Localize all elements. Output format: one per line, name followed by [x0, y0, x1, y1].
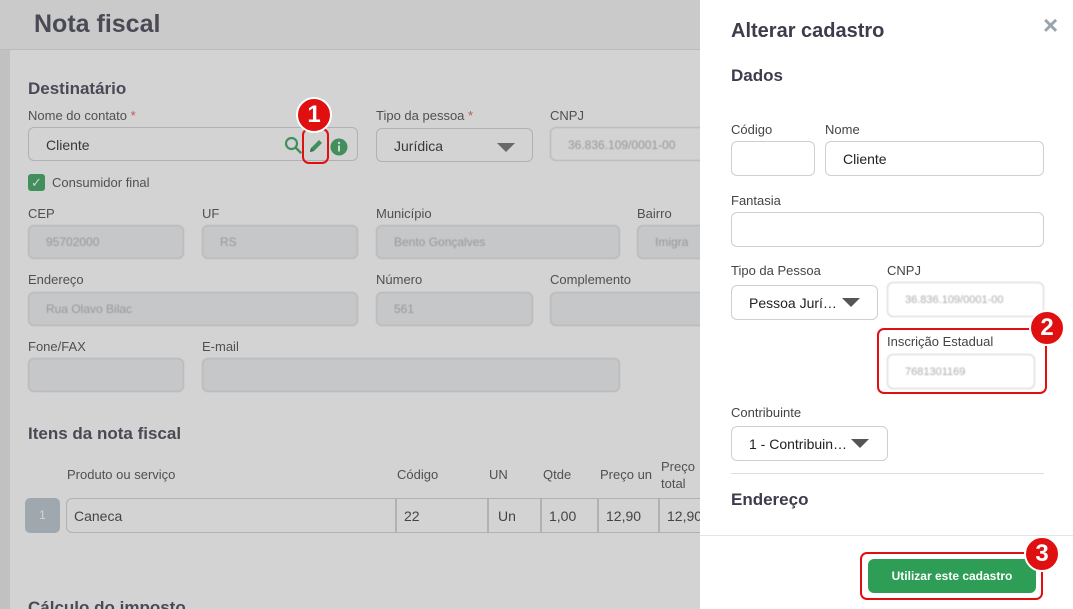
nome-label: Nome [825, 122, 860, 137]
cnpj-field[interactable]: 36.836.109/0001-00 [887, 282, 1044, 317]
highlight-use-button [860, 552, 1043, 600]
codigo-field[interactable] [731, 141, 815, 176]
alterar-cadastro-panel: Alterar cadastro × Dados Código Nome Cli… [700, 0, 1073, 609]
panel-title: Alterar cadastro [731, 20, 885, 42]
step-badge-3: 3 [1024, 536, 1060, 572]
caret-down-icon [851, 439, 869, 448]
step-badge-1: 1 [296, 97, 332, 133]
fantasia-field[interactable] [731, 212, 1044, 247]
contribuinte-value: 1 - Contribuin… [749, 436, 848, 452]
modal-overlay[interactable] [0, 0, 700, 609]
dados-title: Dados [731, 66, 783, 85]
step-badge-2: 2 [1029, 310, 1065, 346]
cnpj-label: CNPJ [887, 263, 921, 278]
tipo-pessoa-label: Tipo da Pessoa [731, 263, 821, 278]
close-icon[interactable]: × [1043, 10, 1058, 40]
nota-fiscal-form: Nota fiscal Destinatário Nome do contato… [0, 0, 700, 609]
endereco-title: Endereço [731, 490, 809, 509]
divider [731, 473, 1044, 474]
contribuinte-label: Contribuinte [731, 405, 802, 420]
codigo-label: Código [731, 122, 773, 137]
highlight-inscricao-estadual [877, 328, 1047, 394]
highlight-edit-icon [302, 128, 329, 164]
nome-field[interactable]: Cliente [825, 141, 1044, 176]
caret-down-icon [842, 298, 860, 307]
fantasia-label: Fantasia [731, 193, 781, 208]
tipo-pessoa-value: Pessoa Jurí… [749, 295, 837, 311]
